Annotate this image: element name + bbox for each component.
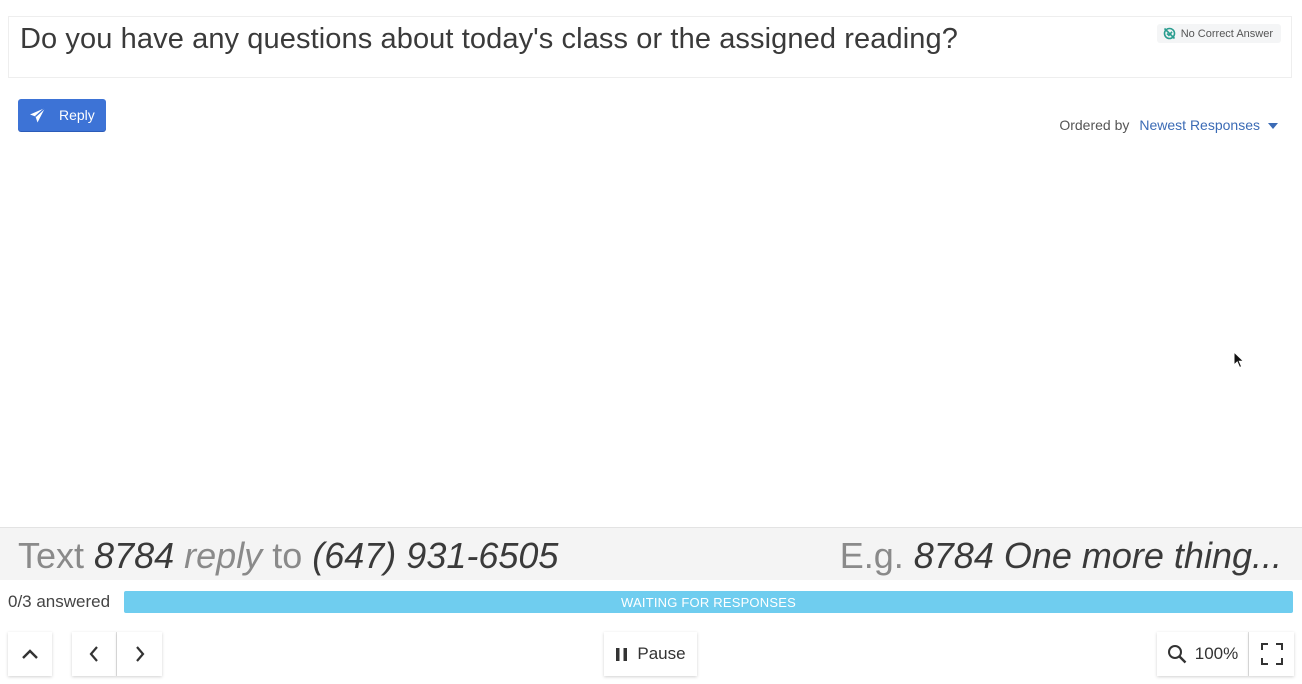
instr-reply-word: reply: [184, 535, 263, 576]
instr-code: 8784: [94, 535, 175, 576]
previous-button[interactable]: [72, 632, 117, 676]
question-title: Do you have any questions about today's …: [20, 23, 958, 55]
no-correct-answer-label: No Correct Answer: [1180, 27, 1273, 40]
fullscreen-icon: [1260, 643, 1283, 665]
no-correct-answer-badge: No Correct Answer: [1156, 24, 1281, 43]
instructions-how-to: Text 8784 reply to (647) 931-6505: [18, 535, 558, 577]
no-correct-answer-icon: [1163, 27, 1176, 40]
chevron-right-icon: [134, 645, 146, 663]
next-button[interactable]: [117, 632, 162, 676]
pause-button[interactable]: Pause: [604, 632, 697, 676]
fullscreen-button[interactable]: [1249, 632, 1294, 676]
chevron-up-icon: [21, 648, 39, 660]
zoom-button[interactable]: 100%: [1157, 632, 1249, 676]
question-card: Do you have any questions about today's …: [8, 16, 1292, 78]
expand-up-button[interactable]: [8, 632, 52, 676]
instr-text-word: Text: [18, 535, 85, 576]
pause-icon: [615, 647, 628, 662]
instr-example-prefix: E.g.: [839, 535, 904, 576]
chevron-left-icon: [88, 645, 100, 663]
ordering-dropdown[interactable]: Newest Responses: [1139, 117, 1278, 133]
ordering-control: Ordered by Newest Responses: [1059, 117, 1278, 133]
poll-page: Do you have any questions about today's …: [0, 0, 1302, 684]
reply-button[interactable]: Reply: [18, 99, 106, 131]
caret-down-icon: [1268, 122, 1278, 129]
instr-example-text: 8784 One more thing...: [913, 535, 1282, 576]
reply-button-label: Reply: [59, 107, 95, 123]
response-progress-bar: WAITING FOR RESPONSES: [124, 591, 1293, 613]
ordering-value: Newest Responses: [1139, 117, 1260, 133]
ordered-by-label: Ordered by: [1059, 117, 1130, 133]
instr-to-word: to: [272, 535, 303, 576]
paper-plane-icon: [29, 107, 46, 124]
magnifier-icon: [1167, 644, 1187, 664]
zoom-level: 100%: [1194, 644, 1239, 663]
instructions-example: E.g. 8784 One more thing...: [840, 535, 1282, 577]
pause-label: Pause: [637, 644, 686, 663]
mouse-cursor-icon: [1233, 351, 1245, 369]
answered-count: 0/3 answered: [8, 592, 111, 611]
text-response-instructions: Text 8784 reply to (647) 931-6505 E.g. 8…: [0, 527, 1302, 580]
progress-status: WAITING FOR RESPONSES: [621, 594, 796, 610]
instr-phone: (647) 931-6505: [312, 535, 559, 576]
